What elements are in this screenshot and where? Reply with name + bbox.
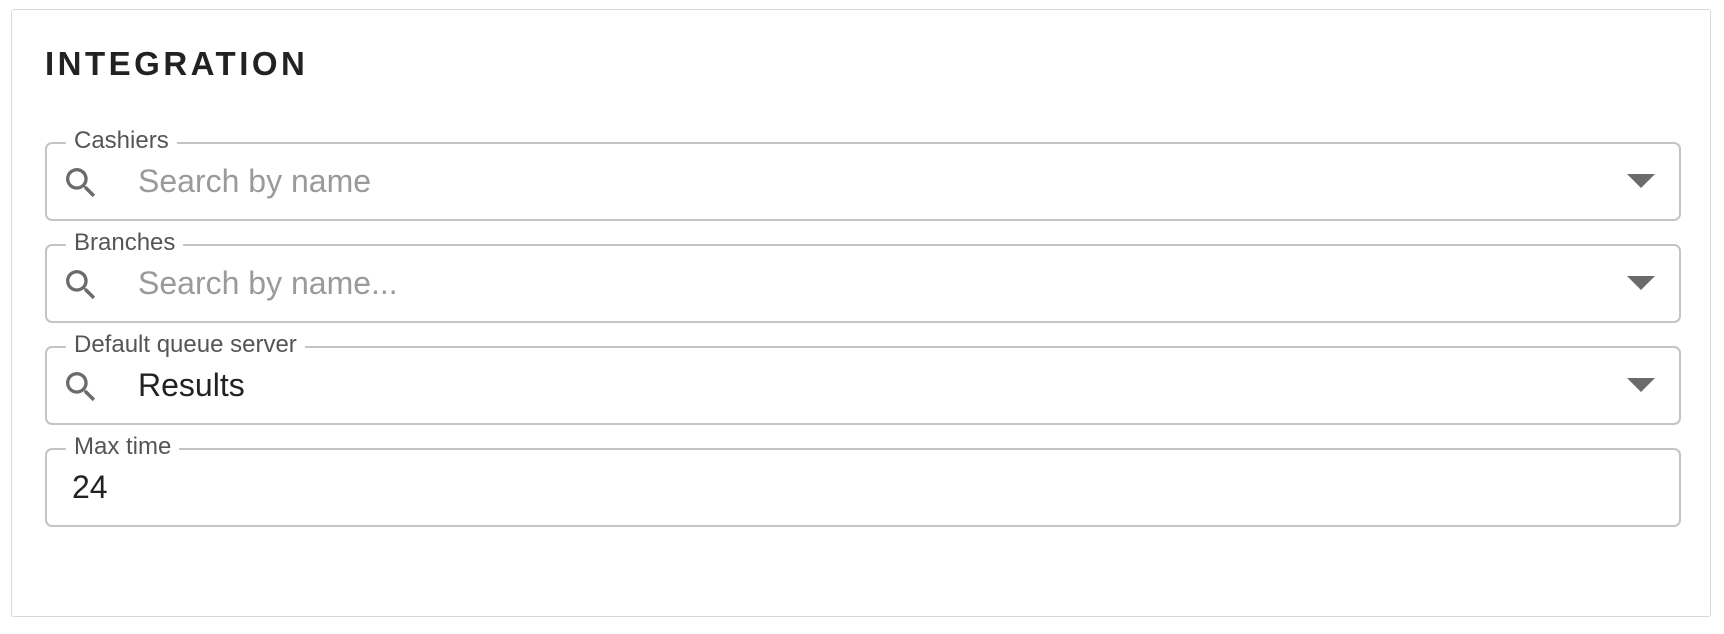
search-icon xyxy=(66,270,96,300)
default-queue-server-field[interactable]: Default queue server Results xyxy=(45,331,1681,425)
branches-field[interactable]: Branches Search by name... xyxy=(45,229,1681,323)
cashiers-field[interactable]: Cashiers Search by name xyxy=(45,127,1681,221)
max-time-field[interactable]: Max time 24 xyxy=(45,433,1681,527)
search-icon xyxy=(66,372,96,402)
search-icon xyxy=(66,168,96,198)
cashiers-search-input[interactable]: Search by name xyxy=(138,144,371,219)
chevron-down-icon[interactable] xyxy=(1627,273,1655,293)
section-title: INTEGRATION xyxy=(45,45,309,82)
integration-card: INTEGRATION Cashiers Search by name Bran… xyxy=(11,9,1711,617)
chevron-down-icon[interactable] xyxy=(1627,171,1655,191)
branches-search-input[interactable]: Search by name... xyxy=(138,246,398,321)
max-time-input[interactable]: 24 xyxy=(72,450,108,525)
default-queue-server-value[interactable]: Results xyxy=(138,348,245,423)
chevron-down-icon[interactable] xyxy=(1627,375,1655,395)
